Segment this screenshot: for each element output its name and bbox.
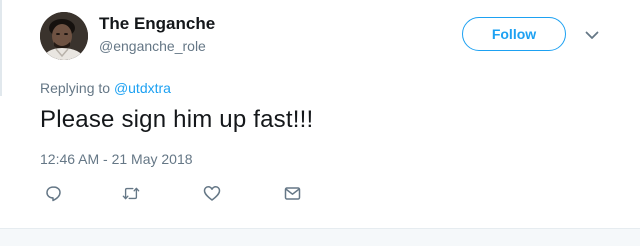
like-button[interactable] [203,184,221,202]
retweet-button[interactable] [122,184,140,202]
retweet-icon [122,187,140,199]
tweet-timestamp[interactable]: 12:46 AM - 21 May 2018 [40,151,193,167]
heart-icon [203,185,221,201]
envelope-icon [284,186,300,200]
below-tweet-area [0,229,640,246]
thread-rule [0,0,2,96]
direct-message-button[interactable] [283,184,301,202]
follow-button[interactable]: Follow [462,17,566,51]
replying-to-link[interactable]: @utdxtra [114,80,171,96]
more-options-button[interactable] [582,26,602,44]
reply-button[interactable] [44,184,62,202]
reply-icon [45,185,61,201]
replying-prefix: Replying to [40,80,111,96]
display-name[interactable]: The Enganche [99,14,215,34]
avatar[interactable] [40,12,88,60]
chevron-down-icon [585,31,599,39]
replying-to: Replying to @utdxtra [40,80,171,96]
tweet-text: Please sign him up fast!!! [40,106,314,133]
user-handle[interactable]: @enganche_role [99,38,206,54]
tweet-card: The Enganche @enganche_role Follow Reply… [0,0,640,246]
